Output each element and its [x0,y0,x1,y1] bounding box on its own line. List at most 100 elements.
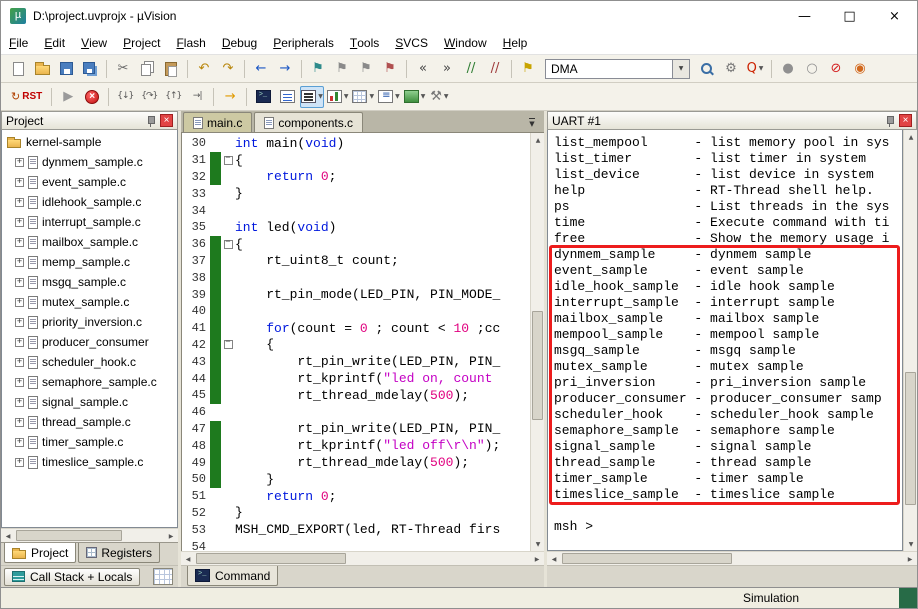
tree-item-idlehook_sample-c[interactable]: idlehook_sample.c [2,192,177,212]
bookmark-next-icon[interactable]: ⚑ [355,58,377,80]
expand-icon[interactable] [15,256,24,267]
close-button[interactable]: × [872,1,917,31]
bookmark-clear-icon[interactable]: ⚑ [379,58,401,80]
menu-window[interactable]: Window [436,31,495,54]
project-hscrollbar[interactable] [1,528,178,542]
tree-item-semaphore_sample-c[interactable]: semaphore_sample.c [2,372,177,392]
undo-icon[interactable]: ↶ [193,58,215,80]
expand-icon[interactable] [15,416,24,427]
configure-flash-icon[interactable]: ⚙ [720,58,742,80]
menu-view[interactable]: View [73,31,115,54]
uncomment-icon[interactable]: // [484,58,506,80]
scroll-thumb[interactable] [532,310,543,420]
command-window-icon[interactable] [252,86,274,108]
expand-icon[interactable] [15,316,24,327]
dropdown-arrow-icon[interactable]: ▼ [318,93,323,100]
scroll-left-icon[interactable] [547,552,561,566]
disassembly-window-icon[interactable] [276,86,298,108]
navigate-forward-icon[interactable]: → [274,58,296,80]
scroll-left-icon[interactable] [1,529,15,543]
minimize-button[interactable]: — [782,1,827,31]
fold-marker[interactable] [221,237,235,249]
target-select-arrow[interactable]: ▼ [673,58,690,79]
bookmark-toggle-icon[interactable]: ⚑ [307,58,329,80]
fold-marker[interactable] [221,337,235,350]
tree-item-mailbox_sample-c[interactable]: mailbox_sample.c [2,232,177,252]
toolbox-icon[interactable]: ⚒ ▼ [428,86,450,108]
menu-flash[interactable]: Flash [168,31,213,54]
uart-vscrollbar[interactable] [903,130,917,551]
fold-minus-icon[interactable] [223,237,233,249]
paste-icon[interactable] [160,58,182,80]
expand-icon[interactable] [15,336,24,347]
dropdown-arrow-icon[interactable]: ▼ [759,65,764,72]
callstack-tab[interactable]: Call Stack + Locals [4,567,141,586]
expand-icon[interactable] [15,156,24,167]
redo-icon[interactable]: ↷ [217,58,239,80]
analysis-windows-icon[interactable]: ▼ [326,86,350,108]
scroll-up-icon[interactable] [904,130,917,144]
save-icon[interactable] [55,58,77,80]
memory-window-icon[interactable]: ▼ [351,86,375,108]
expand-icon[interactable] [15,276,24,287]
breakpoint-enable-icon[interactable]: ○ [801,58,823,80]
copy-icon[interactable] [136,58,158,80]
target-flag-icon[interactable]: ⚑ [517,58,539,80]
command-tab[interactable]: Command [187,566,279,586]
scroll-thumb[interactable] [562,553,732,564]
expand-icon[interactable] [15,176,24,187]
tree-item-thread_sample-c[interactable]: thread_sample.c [2,412,177,432]
editor-vscrollbar[interactable] [530,133,544,551]
navigate-back-icon[interactable]: ← [250,58,272,80]
dropdown-arrow-icon[interactable]: ▼ [421,93,426,100]
bottom-tab-registers[interactable]: Registers [78,543,161,563]
save-all-icon[interactable] [79,58,101,80]
scroll-right-icon[interactable] [164,529,178,543]
open-file-icon[interactable] [31,58,53,80]
run-to-cursor-icon[interactable]: →| [186,86,208,108]
dropdown-arrow-icon[interactable]: ▼ [444,93,449,100]
expand-icon[interactable] [15,296,24,307]
scroll-right-icon[interactable] [530,552,544,566]
breakpoint-disable-icon[interactable]: ◉ [849,58,871,80]
expand-icon[interactable] [15,456,24,467]
indent-icon[interactable]: » [436,58,458,80]
fold-minus-icon[interactable] [223,153,233,165]
scroll-thumb[interactable] [196,553,346,564]
code-editor[interactable]: 30int main(void)31{32 return 0;33}3435in… [182,133,530,551]
editor-hscrollbar[interactable] [181,551,544,565]
scroll-left-icon[interactable] [181,552,195,566]
tree-item-priority_inversion-c[interactable]: priority_inversion.c [2,312,177,332]
tree-item-event_sample-c[interactable]: event_sample.c [2,172,177,192]
breakpoint-kill-icon[interactable]: ⊘ [825,58,847,80]
step-into-icon[interactable]: {↓} [114,86,136,108]
expand-icon[interactable] [15,436,24,447]
menu-file[interactable]: File [1,31,36,54]
expand-icon[interactable] [15,376,24,387]
scroll-down-icon[interactable] [531,537,544,551]
debug-session-icon[interactable]: Q ▼ [744,58,766,80]
dropdown-arrow-icon[interactable]: ▼ [344,93,349,100]
unindent-icon[interactable]: « [412,58,434,80]
menu-edit[interactable]: Edit [36,31,73,54]
tab-main-c[interactable]: main.c [183,112,253,132]
menu-peripherals[interactable]: Peripherals [265,31,342,54]
uart-pin-icon[interactable] [885,115,895,127]
maximize-button[interactable]: □ [827,1,872,31]
breakpoint-icon[interactable]: ● [777,58,799,80]
fold-marker[interactable] [221,153,235,165]
manage-target-icon[interactable] [696,58,718,80]
tab-components-c[interactable]: components.c [254,112,364,132]
step-out-icon[interactable]: {↑} [162,86,184,108]
serial-window-button[interactable]: ▼ [300,85,324,108]
tree-item-msgq_sample-c[interactable]: msgq_sample.c [2,272,177,292]
tree-item-timer_sample-c[interactable]: timer_sample.c [2,432,177,452]
run-icon[interactable]: ▶ [57,86,79,108]
expand-icon[interactable] [15,396,24,407]
scroll-down-icon[interactable] [904,537,917,551]
scroll-up-icon[interactable] [531,133,544,147]
scroll-thumb[interactable] [16,530,122,541]
new-file-icon[interactable] [7,58,29,80]
target-select[interactable]: DMA ▼ [545,58,690,79]
menu-project[interactable]: Project [115,31,168,54]
